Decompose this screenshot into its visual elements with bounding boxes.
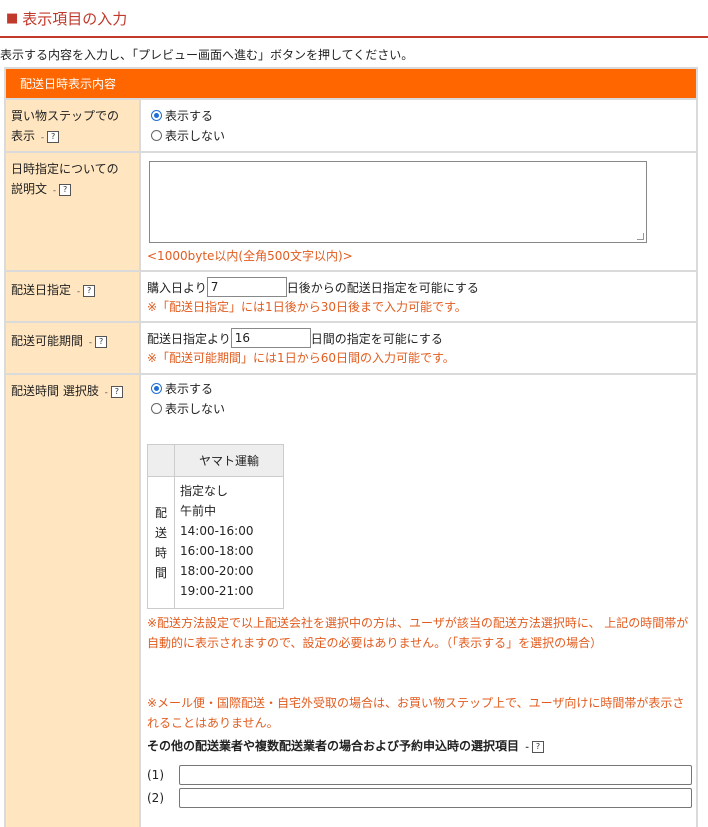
help-dot: -	[88, 338, 93, 348]
label-delivery-time-text: 配送時間 選択肢	[11, 384, 99, 398]
carrier-time-table: ヤマト運輸 配送時間 指定なし 午前中 14:00-16:00 16:00-18…	[147, 444, 284, 609]
radio-label: 表示する	[165, 381, 214, 396]
page-title: ■ 表示項目の入力	[0, 0, 708, 38]
page-title-text: 表示項目の入力	[22, 9, 128, 28]
radio-label: 表示する	[165, 108, 214, 123]
label-description: 日時指定についての 説明文 -?	[6, 153, 139, 270]
help-icon[interactable]: ?	[110, 385, 123, 398]
label-delivery-period-text: 配送可能期間	[11, 334, 84, 348]
delivery-date-suffix: 日後からの配送日指定を可能にする	[286, 280, 479, 295]
value-delivery-period: 配送日指定より 16 日間の指定を可能にする ※「配送可能期間」には1日から60…	[141, 323, 696, 373]
label-description-line1: 日時指定についての	[11, 162, 119, 176]
help-icon[interactable]: ?	[95, 335, 108, 348]
help-icon[interactable]: ?	[531, 740, 544, 753]
radio-unchecked-icon[interactable]	[151, 129, 162, 141]
time-slot: 午前中	[180, 504, 217, 518]
delivery-date-note: ※「配送日指定」には1日後から30日後まで入力可能です。	[147, 300, 467, 314]
delivery-period-note: ※「配送可能期間」には1日から60日間の入力可能です。	[147, 351, 455, 365]
description-note: <1000byte以内(全角500文字以内)>	[147, 249, 353, 263]
radio-label: 表示しない	[165, 128, 226, 143]
section-header: 配送日時表示内容	[6, 69, 696, 98]
value-delivery-date: 購入日より 7 日後からの配送日指定を可能にする ※「配送日指定」には1日後から…	[141, 272, 696, 321]
radio-checked-icon[interactable]	[151, 382, 162, 394]
label-shopping-step-line1: 買い物ステップでの	[11, 109, 120, 123]
delivery-period-input[interactable]: 16	[230, 328, 311, 348]
delivery-period-suffix: 日間の指定を可能にする	[310, 331, 443, 346]
radio-delivery-time-show[interactable]: 表示する	[147, 378, 690, 398]
other-slot-input-1[interactable]	[179, 764, 692, 785]
other-slot-row-1: (1)	[147, 763, 692, 786]
time-slot: 16:00-18:00	[180, 544, 254, 558]
label-shopping-step-line2: 表示	[11, 129, 36, 143]
help-dot: -	[525, 743, 529, 753]
help-icon[interactable]: ?	[83, 284, 96, 297]
radio-shopping-step-hide[interactable]: 表示しない	[147, 125, 690, 145]
label-delivery-date: 配送日指定 -?	[6, 272, 139, 321]
delivery-time-note-1: ※配送方法設定で以上配送会社を選択中の方は、ユーザが該当の配送方法選択時に、 上…	[147, 616, 689, 650]
table-corner	[148, 445, 175, 477]
time-slot: 指定なし	[180, 484, 229, 498]
delivery-period-prefix: 配送日指定より	[147, 331, 231, 346]
other-slot-row-2: (2)	[147, 786, 692, 809]
slot-number: (2)	[147, 790, 164, 805]
other-slot-input-2[interactable]	[179, 787, 692, 808]
description-textarea[interactable]	[149, 161, 647, 243]
delivery-settings-table: 配送日時表示内容 買い物ステップでの 表示 -? 表示する 表示しない 日時指定…	[4, 67, 698, 827]
help-icon[interactable]: ?	[59, 183, 72, 196]
time-slot-list: 指定なし 午前中 14:00-16:00 16:00-18:00 18:00-2…	[180, 481, 254, 601]
help-dot: -	[40, 133, 45, 143]
other-carriers-heading: その他の配送業者や複数配送業者の場合および予約申込時の選択項目 -?	[147, 737, 544, 754]
other-slot-inputs: (1) (2)	[147, 763, 692, 809]
instruction-text: 表示する内容を入力し、「プレビュー画面へ進む」ボタンを押してください。	[0, 48, 414, 62]
value-delivery-time: 表示する 表示しない ヤマト運輸 配送時間 指定なし 午前中 14:00-16:…	[141, 375, 696, 827]
carrier-name: ヤマト運輸	[175, 445, 283, 477]
vertical-label: 配送時間	[148, 477, 175, 608]
label-shopping-step: 買い物ステップでの 表示 -?	[6, 100, 139, 151]
radio-delivery-time-hide[interactable]: 表示しない	[147, 398, 690, 418]
delivery-time-note-2: ※メール便・国際配送・自宅外受取の場合は、お買い物ステップ上で、ユーザ向けに時間…	[147, 696, 685, 730]
time-slot: 19:00-21:00	[180, 584, 254, 598]
time-slot: 18:00-20:00	[180, 564, 254, 578]
label-delivery-time: 配送時間 選択肢 -?	[6, 375, 139, 827]
help-dot: -	[104, 388, 108, 398]
slot-number: (1)	[147, 767, 164, 782]
label-delivery-date-text: 配送日指定	[11, 283, 72, 297]
value-description: <1000byte以内(全角500文字以内)>	[141, 153, 696, 270]
time-slot: 14:00-16:00	[180, 524, 254, 538]
delivery-date-prefix: 購入日より	[147, 280, 207, 295]
value-shopping-step: 表示する 表示しない	[141, 100, 696, 151]
label-delivery-period: 配送可能期間 -?	[6, 323, 139, 373]
title-square-icon: ■	[6, 10, 19, 26]
vertical-label-text: 配送時間	[155, 505, 168, 580]
help-icon[interactable]: ?	[47, 130, 60, 143]
other-carriers-heading-text: その他の配送業者や複数配送業者の場合および予約申込時の選択項目	[147, 739, 520, 753]
radio-unchecked-icon[interactable]	[151, 402, 162, 414]
radio-checked-icon[interactable]	[151, 109, 162, 121]
radio-shopping-step-show[interactable]: 表示する	[147, 105, 690, 125]
label-description-line2: 説明文	[11, 182, 48, 196]
help-dot: -	[52, 186, 57, 196]
radio-label: 表示しない	[165, 401, 226, 416]
help-dot: -	[76, 287, 81, 297]
delivery-date-input[interactable]: 7	[206, 277, 287, 297]
